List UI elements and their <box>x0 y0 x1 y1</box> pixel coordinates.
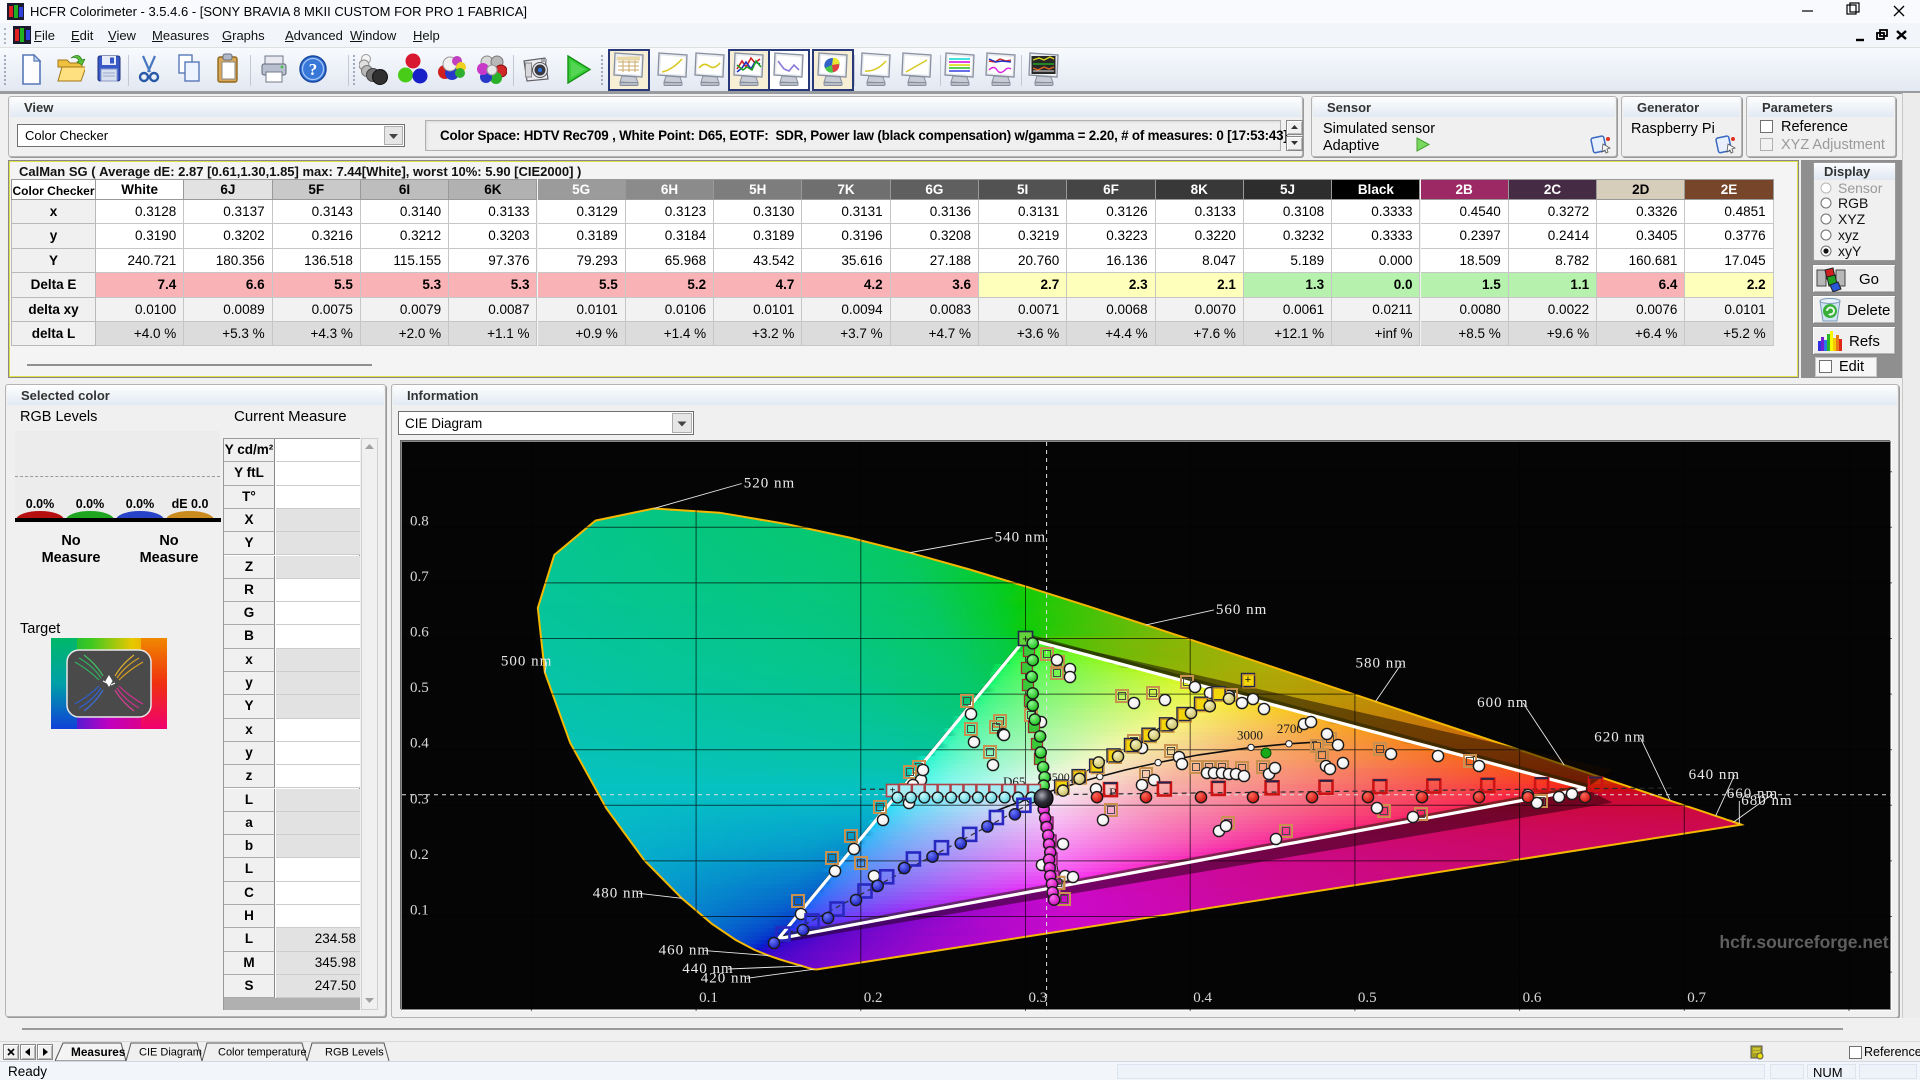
svg-text:CIE Diagram: CIE Diagram <box>139 1047 202 1059</box>
svg-text:RGB Levels: RGB Levels <box>325 1047 384 1059</box>
svg-text:0.2: 0.2 <box>864 990 883 1006</box>
svg-text:480 nm: 480 nm <box>593 885 644 901</box>
svg-text:580 nm: 580 nm <box>1356 656 1407 672</box>
svg-text:+: + <box>1245 674 1251 686</box>
svg-text:0.5: 0.5 <box>410 680 429 696</box>
svg-text:0.4: 0.4 <box>410 736 429 752</box>
svg-text:0.4: 0.4 <box>1193 990 1212 1006</box>
svg-text:0.1: 0.1 <box>410 903 429 919</box>
svg-text:0.7: 0.7 <box>1687 990 1706 1006</box>
svg-text:600 nm: 600 nm <box>1477 695 1528 711</box>
svg-text:0.2: 0.2 <box>410 847 429 863</box>
svg-text:hcfr.sourceforge.net: hcfr.sourceforge.net <box>1719 932 1888 952</box>
svg-text:0.6: 0.6 <box>410 625 429 641</box>
svg-text:640 nm: 640 nm <box>1689 767 1740 783</box>
svg-text:?: ? <box>309 60 318 79</box>
svg-text:520 nm: 520 nm <box>744 476 795 492</box>
svg-text:420 nm: 420 nm <box>701 970 752 986</box>
svg-text:680 nm: 680 nm <box>1741 793 1792 809</box>
svg-text:560 nm: 560 nm <box>1216 602 1267 618</box>
svg-text:0.7: 0.7 <box>410 569 429 585</box>
svg-text:620 nm: 620 nm <box>1594 730 1645 746</box>
svg-text:460 nm: 460 nm <box>659 943 710 959</box>
svg-text:0.8: 0.8 <box>410 513 429 529</box>
svg-text:0.3: 0.3 <box>410 791 429 807</box>
svg-text:3000: 3000 <box>1237 727 1263 742</box>
svg-text:0.5: 0.5 <box>1358 990 1377 1006</box>
svg-text:0.6: 0.6 <box>1523 990 1542 1006</box>
svg-text:Color temperature: Color temperature <box>218 1047 307 1059</box>
svg-text:540 nm: 540 nm <box>995 530 1046 546</box>
svg-text:500 nm: 500 nm <box>501 654 552 670</box>
svg-text:0.1: 0.1 <box>699 990 718 1006</box>
svg-text:0.3: 0.3 <box>1029 990 1048 1006</box>
svg-text:Measures: Measures <box>71 1045 126 1059</box>
